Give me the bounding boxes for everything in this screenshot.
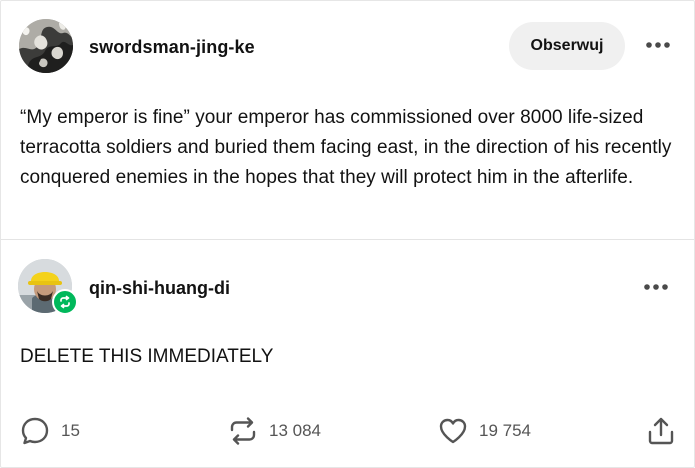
comment-button[interactable]: 15	[19, 415, 80, 447]
reblogger-name[interactable]: qin-shi-huang-di	[89, 278, 230, 299]
author-name[interactable]: swordsman-jing-ke	[89, 37, 255, 58]
reblog-body: DELETE THIS IMMEDIATELY	[20, 346, 274, 367]
author-avatar[interactable]	[19, 19, 73, 73]
comment-icon	[21, 417, 49, 445]
follow-button[interactable]: Obserwuj	[509, 22, 625, 70]
post-body: “My emperor is fine” your emperor has co…	[20, 107, 672, 188]
reblog-button[interactable]: 13 084	[227, 415, 321, 447]
reblog-avatar-wrap	[18, 259, 78, 319]
comment-count: 15	[61, 421, 80, 440]
post-card: swordsman-jing-ke Obserwuj “My emperor i…	[0, 0, 695, 468]
heart-icon	[439, 418, 467, 444]
share-icon	[648, 417, 674, 445]
avatar-image	[19, 19, 73, 73]
reblog-count: 13 084	[269, 421, 321, 440]
reblog-icon	[230, 417, 256, 445]
like-button[interactable]: 19 754	[437, 415, 531, 447]
share-button[interactable]	[645, 415, 677, 447]
divider	[1, 239, 694, 240]
more-options-icon[interactable]	[641, 277, 671, 297]
more-options-icon[interactable]	[643, 35, 673, 55]
like-count: 19 754	[479, 421, 531, 440]
reblog-badge-icon	[52, 289, 78, 315]
post-header: swordsman-jing-ke Obserwuj	[19, 19, 679, 75]
